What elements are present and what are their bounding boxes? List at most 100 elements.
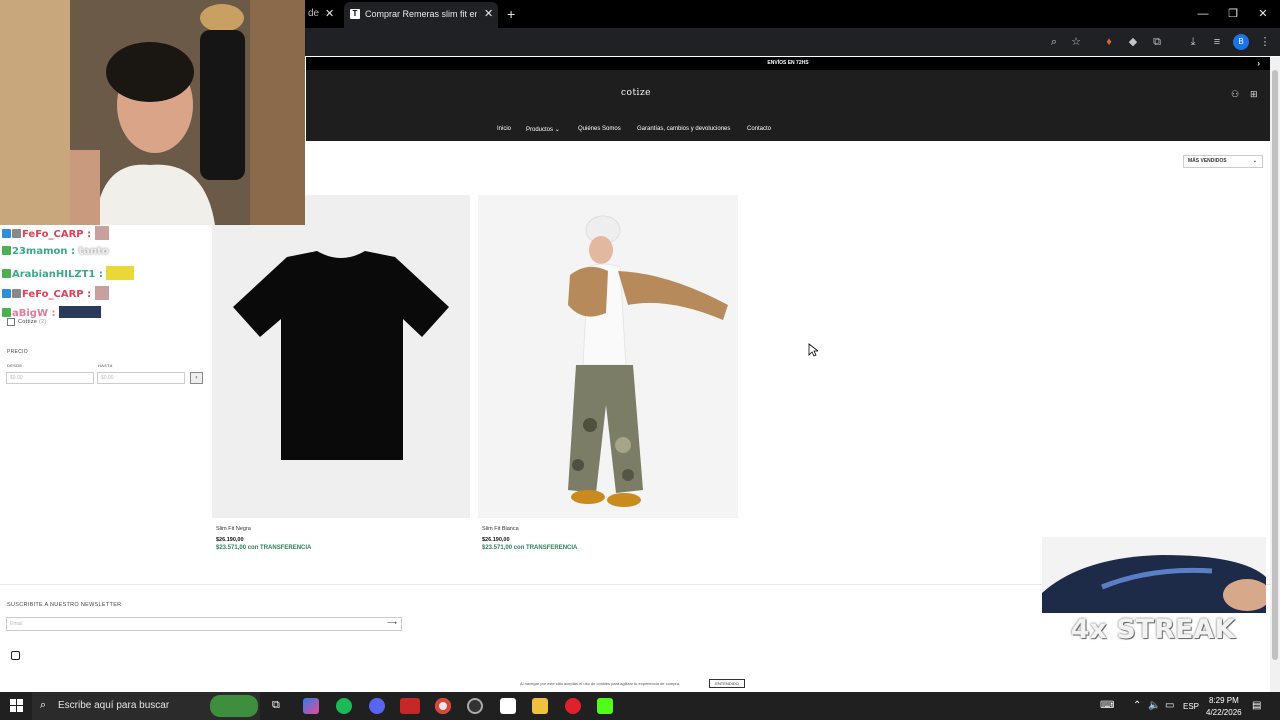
clock-time[interactable]: 8:29 PM: [1209, 696, 1239, 705]
active-tab[interactable]: T Comprar Remeras slim fit en Co: [344, 2, 498, 28]
language-indicator[interactable]: ESP: [1183, 702, 1199, 711]
chat-message: tanto: [78, 246, 109, 257]
transfer-price: $23.571,00: [482, 545, 513, 551]
chrome-icon[interactable]: [435, 698, 451, 714]
price-from-input[interactable]: $0.00: [6, 372, 94, 384]
file-explorer-icon[interactable]: [532, 698, 548, 714]
announcement-text: ENVÍOS EN 72HS: [767, 60, 809, 66]
windows-start-icon[interactable]: [10, 699, 23, 712]
email-placeholder: Email: [10, 621, 23, 627]
product-price-negra: $26.190,00: [216, 537, 244, 543]
product-image-blanca[interactable]: [478, 195, 738, 518]
product-transfer-negra: $23.571,00 con TRANSFERENCIA: [216, 545, 311, 551]
streak-label: 4x STREAK: [1070, 614, 1236, 645]
opera-icon[interactable]: [565, 698, 581, 714]
newsletter-title: SUSCRIBITE A NUESTRO NEWSLETTER: [7, 602, 122, 608]
product-price-blanca: $26.190,00: [482, 537, 510, 543]
volume-icon[interactable]: 🔈: [1148, 700, 1160, 711]
store-logo[interactable]: cotize: [606, 88, 666, 98]
profile-avatar[interactable]: B: [1233, 34, 1249, 50]
nav-quienes-somos[interactable]: Quiénes Somos: [578, 126, 621, 132]
new-tab-button[interactable]: +: [507, 0, 515, 28]
favicon-icon: T: [350, 9, 360, 19]
arrow-right-icon[interactable]: ⟶: [387, 618, 397, 630]
emote-icon: [106, 266, 135, 280]
windows-taskbar: ⌕ Escribe aquí para buscar ⧉: [0, 692, 1280, 720]
brand-checkbox[interactable]: [7, 318, 15, 326]
store-header: cotize Inicio Productos ⌄ Quiénes Somos …: [306, 70, 1270, 141]
nav-productos[interactable]: Productos ⌄: [526, 126, 560, 133]
chevron-up-icon[interactable]: ⌃: [1133, 700, 1141, 711]
download-icon[interactable]: ⤓: [1185, 34, 1201, 50]
nav-garantias[interactable]: Garantías, cambios y devoluciones: [637, 126, 730, 132]
newsletter-email-input[interactable]: Email ⟶: [6, 617, 402, 631]
menu-kebab-icon[interactable]: ⋮: [1257, 34, 1273, 50]
reading-list-icon[interactable]: ≡: [1209, 34, 1225, 50]
obs-icon[interactable]: [467, 698, 483, 714]
extension-2-icon[interactable]: ◆: [1125, 34, 1141, 50]
chevron-down-icon: ⌄: [554, 127, 560, 133]
discord-icon[interactable]: [369, 698, 385, 714]
taskbar-search-box[interactable]: ⌕ Escribe aquí para buscar: [32, 692, 260, 720]
capcut-icon[interactable]: [500, 698, 516, 714]
webcam-video-image: [0, 0, 305, 225]
price-to-label: HASTA: [98, 363, 113, 368]
chat-username: ArabianHILZT1: [12, 269, 96, 280]
sort-select-value: MÁS VENDIDOS: [1188, 158, 1227, 164]
price-apply-button[interactable]: ›: [190, 372, 203, 384]
transfer-price: $23.571,00: [216, 545, 247, 551]
taskbar-search-placeholder: Escribe aquí para buscar: [58, 700, 170, 711]
page-scrollbar-thumb[interactable]: [1272, 70, 1278, 660]
notifications-icon[interactable]: ▤: [1252, 700, 1261, 711]
transfer-label: con TRANSFERENCIA: [513, 545, 578, 551]
chair-video-image: [1042, 537, 1266, 613]
zoom-icon[interactable]: ⌕: [1046, 34, 1062, 50]
product-name-negra[interactable]: Slim Fit Negra: [216, 526, 251, 532]
product-image-negra[interactable]: [212, 195, 470, 518]
kick-icon[interactable]: [597, 698, 613, 714]
chat-line: aBigW :: [2, 306, 101, 319]
previous-tab[interactable]: de: [306, 0, 342, 28]
sort-select[interactable]: MÁS VENDIDOS ⌄: [1183, 155, 1263, 168]
tab-close-icon[interactable]: ✕: [484, 0, 493, 28]
voicemeeter-icon[interactable]: [400, 698, 420, 714]
spotify-icon[interactable]: [336, 698, 352, 714]
extension-icon[interactable]: ♦: [1101, 34, 1117, 50]
bookmark-star-icon[interactable]: ☆: [1068, 34, 1084, 50]
nav-contacto[interactable]: Contacto: [747, 126, 771, 132]
minimize-icon[interactable]: —: [1188, 0, 1218, 28]
clock-date[interactable]: 4/22/2026: [1206, 708, 1242, 717]
cookie-accept-button[interactable]: ENTENDIDO: [709, 679, 745, 688]
chat-line: FeFo_CARP :: [2, 226, 109, 240]
cart-bag-icon[interactable]: ⊞: [1250, 89, 1258, 100]
price-to-input[interactable]: $0.00: [97, 372, 185, 384]
extensions-puzzle-icon[interactable]: ⧉: [1149, 34, 1165, 50]
emote-icon: [94, 286, 109, 300]
chat-line: FeFo_CARP :: [2, 286, 109, 300]
keyboard-icon[interactable]: ⌨: [1100, 700, 1114, 711]
chat-line: ArabianHILZT1 :: [2, 266, 135, 280]
user-icon[interactable]: ⚇: [1231, 89, 1239, 100]
brand-count: (2): [39, 319, 47, 325]
mouse-cursor-icon: [808, 343, 818, 357]
close-window-icon[interactable]: ✕: [1248, 0, 1278, 28]
restore-icon[interactable]: ❐: [1218, 0, 1248, 28]
nav-inicio[interactable]: Inicio: [497, 126, 511, 132]
badge-icon: [2, 269, 11, 278]
search-icon: ⌕: [40, 699, 47, 711]
badge-icon: [12, 289, 21, 298]
price-filter-title: PRECIO: [7, 349, 28, 355]
transfer-label: con TRANSFERENCIA: [247, 545, 312, 551]
network-icon[interactable]: ▭: [1165, 700, 1174, 711]
instagram-icon[interactable]: [11, 651, 20, 660]
webcam-overlay: [0, 0, 305, 225]
badge-icon: [2, 308, 11, 317]
brand-filter-label[interactable]: Cottize (2): [18, 319, 47, 325]
copilot-icon[interactable]: [303, 698, 319, 714]
chevron-right-icon[interactable]: ›: [1257, 57, 1260, 70]
previous-tab-close-icon[interactable]: ✕: [325, 0, 334, 28]
product-name-blanca[interactable]: Slim Fit Blanca: [482, 526, 519, 532]
task-view-icon[interactable]: ⧉: [272, 699, 280, 712]
badge-icon: [12, 229, 21, 238]
active-tab-title: Comprar Remeras slim fit en Co: [365, 9, 477, 19]
